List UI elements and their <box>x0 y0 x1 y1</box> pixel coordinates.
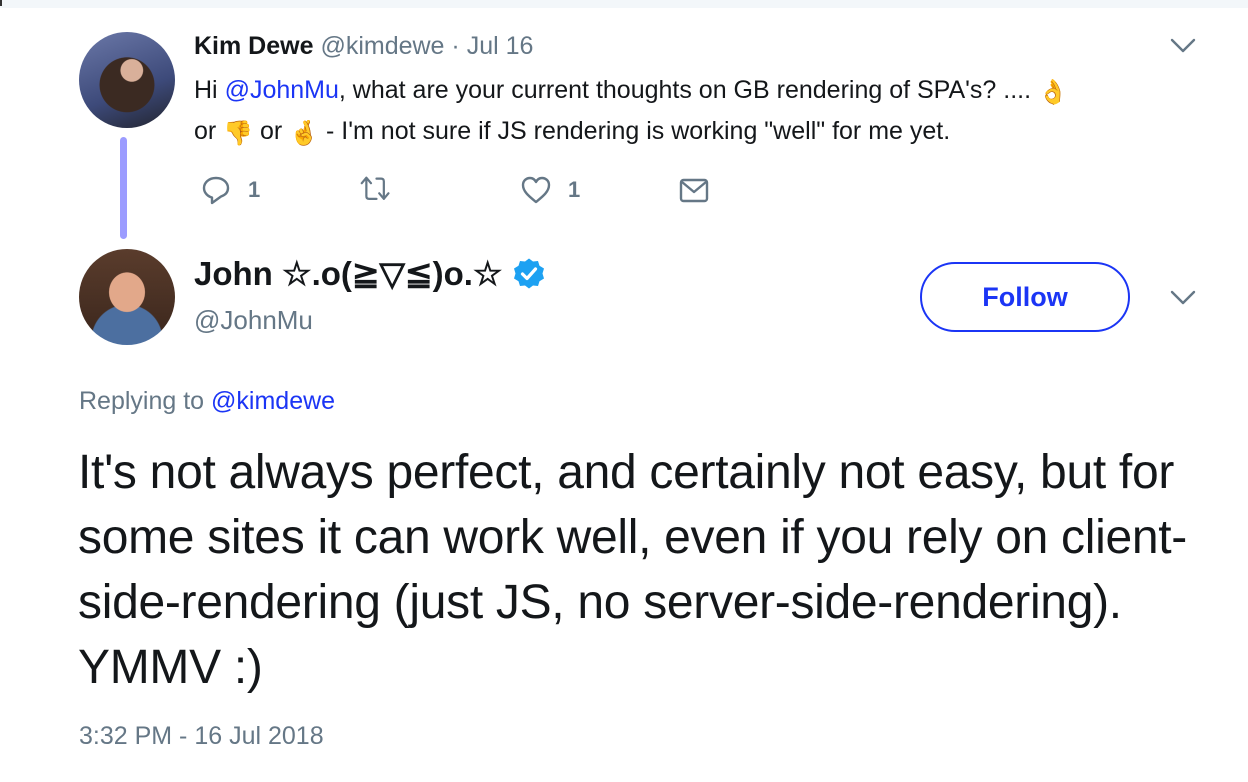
reply-icon <box>202 176 230 205</box>
text-segment: - I'm not sure if JS rendering is workin… <box>319 117 951 145</box>
thread-connector-line <box>120 137 127 239</box>
text-segment: , what are your current thoughts on GB r… <box>338 76 1039 104</box>
like-count: 1 <box>568 177 581 202</box>
mention-link[interactable]: @JohnMu <box>225 76 339 104</box>
like-button[interactable]: 1 <box>520 174 580 206</box>
text-segment: or <box>194 117 224 145</box>
top-border <box>0 0 1248 8</box>
text-segment: Hi <box>194 76 225 104</box>
parent-tweet-header: Kim Dewe @kimdewe · Jul 16 <box>194 32 533 61</box>
handle-text: @kimdewe <box>320 32 445 60</box>
text-segment: or <box>253 117 290 145</box>
retweet-button[interactable] <box>356 174 410 206</box>
corner-mark <box>0 0 2 6</box>
chevron-down-icon[interactable] <box>1170 38 1196 54</box>
crossed-fingers-emoji-icon: 🤞 <box>289 120 320 147</box>
thumbs-down-emoji-icon: 👎 <box>223 120 254 147</box>
main-author-name[interactable]: John ☆.o(≧▽≦)o.☆ <box>194 254 502 293</box>
ok-hand-emoji-icon: 👌 <box>1038 79 1068 106</box>
follow-button[interactable]: Follow <box>920 262 1130 332</box>
parent-author-name[interactable]: Kim Dewe <box>194 32 313 60</box>
main-author-handle[interactable]: @JohnMu <box>194 305 313 336</box>
parent-tweet-date[interactable]: Jul 16 <box>467 32 534 60</box>
main-author-name-row: John ☆.o(≧▽≦)o.☆ <box>194 254 546 293</box>
dot-separator: · <box>444 32 467 60</box>
chevron-down-icon[interactable] <box>1170 290 1196 306</box>
avatar-kim-dewe[interactable] <box>79 32 175 128</box>
replying-to-prefix: Replying to <box>79 387 212 415</box>
reply-button[interactable]: 1 <box>200 174 260 206</box>
replying-to-mention-link[interactable]: @kimdewe <box>211 387 335 415</box>
replying-to-line: Replying to @kimdewe <box>79 387 335 416</box>
reply-count: 1 <box>248 177 261 202</box>
main-tweet-timestamp[interactable]: 3:32 PM - 16 Jul 2018 <box>79 722 324 751</box>
direct-message-icon <box>679 178 709 203</box>
verified-badge-icon <box>514 258 545 288</box>
parent-author-handle[interactable]: @kimdewe <box>320 32 444 60</box>
like-heart-icon <box>521 176 551 204</box>
direct-message-button[interactable] <box>678 174 710 206</box>
parent-tweet-text: Hi @JohnMu, what are your current though… <box>194 70 1184 152</box>
main-tweet-text: It's not always perfect, and certainly n… <box>78 446 1187 694</box>
retweet-icon <box>360 176 390 200</box>
avatar-john-mu[interactable] <box>79 249 175 345</box>
